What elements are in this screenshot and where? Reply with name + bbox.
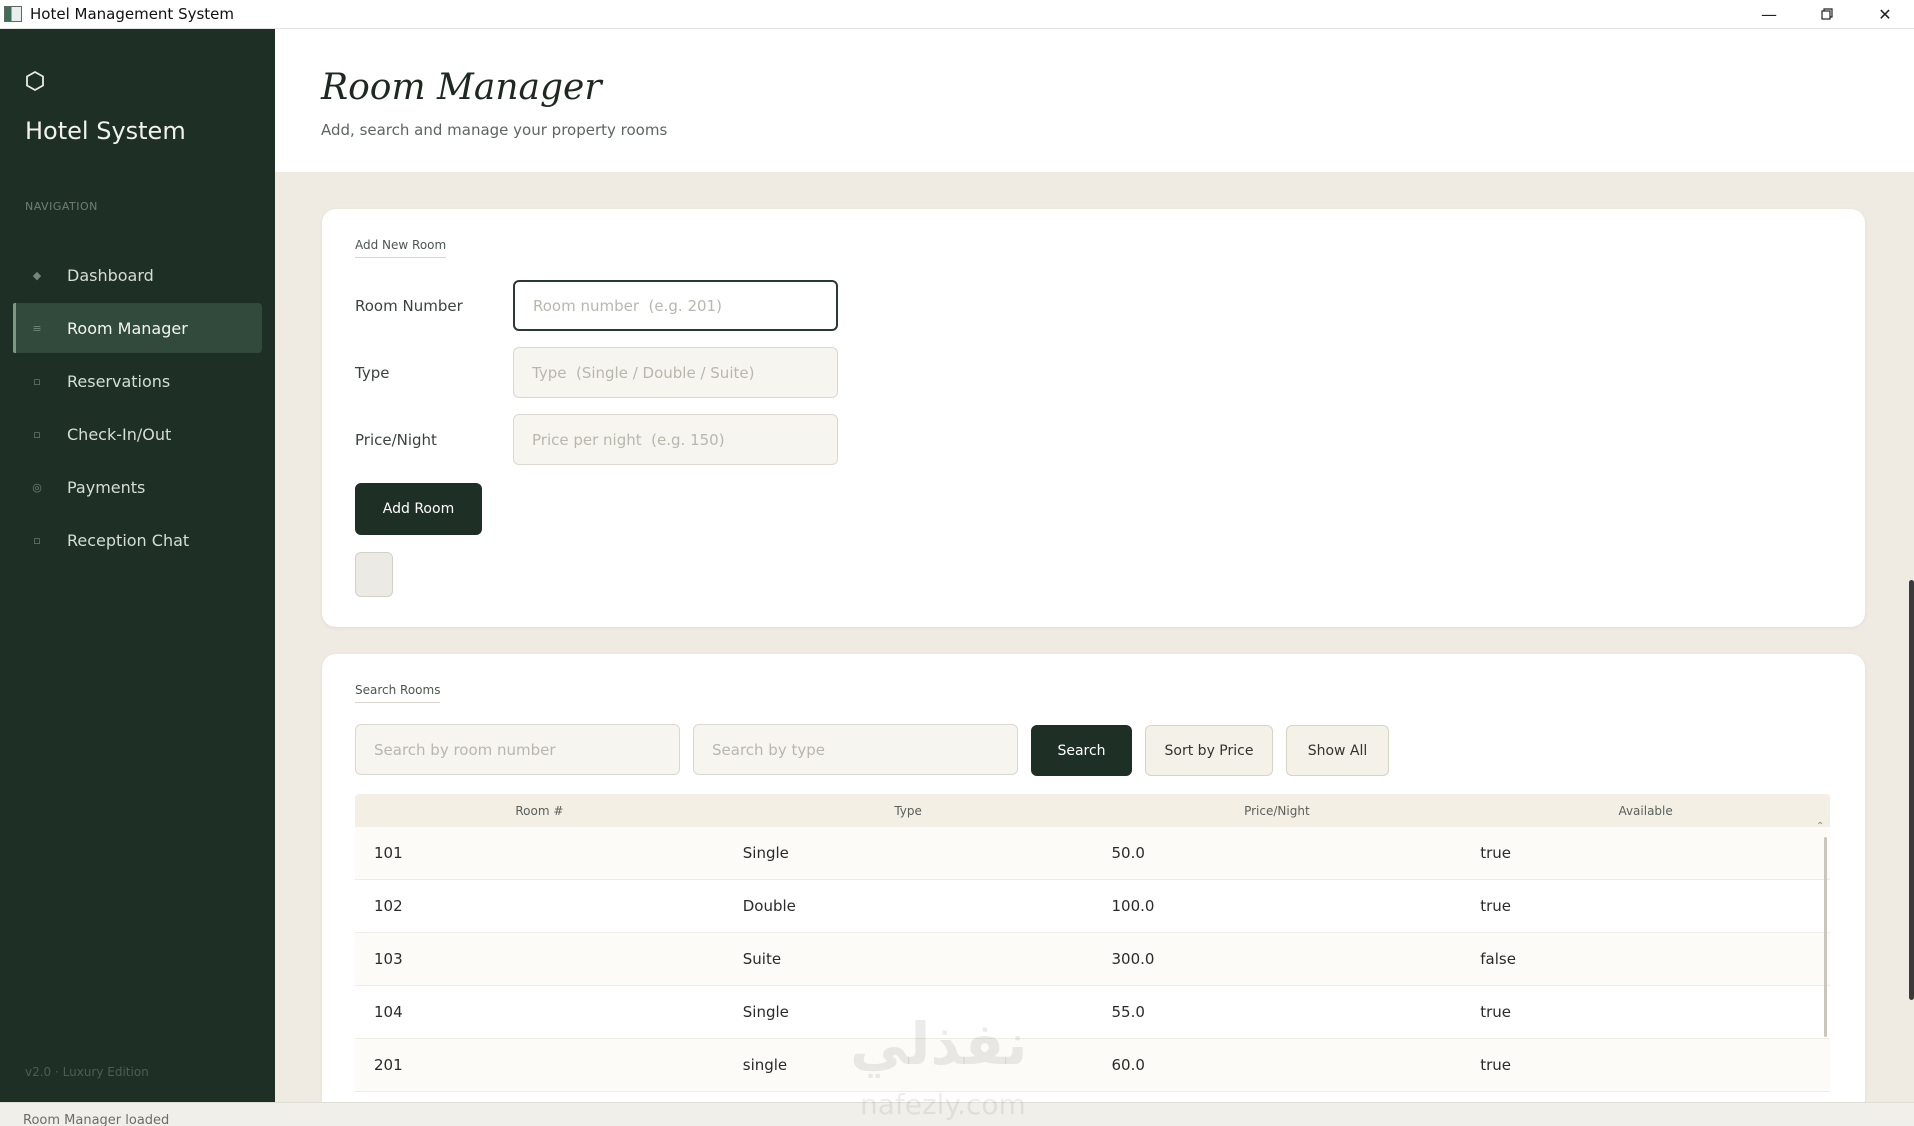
sidebar-item-dashboard[interactable]: ◆ Dashboard [13,250,262,300]
type-input[interactable] [513,347,838,398]
cell-available: true [1480,844,1512,862]
brand-title: Hotel System [25,117,186,145]
cell-price: 55.0 [1111,1003,1145,1021]
sidebar-item-reception-chat[interactable]: ▫ Reception Chat [13,515,262,565]
status-text: Room Manager loaded [23,1113,170,1126]
empty-status-box [355,552,393,597]
square-icon: ▫ [33,533,41,547]
window-titlebar: Hotel Management System — ✕ [0,0,1914,29]
sidebar-item-label: Reception Chat [67,530,190,550]
hexagon-logo-icon [26,70,44,92]
app-icon [4,6,22,22]
cell-price: 100.0 [1111,897,1155,915]
room-number-input[interactable] [513,280,838,331]
search-section-label: Search Rooms [355,683,441,703]
sidebar-item-label: Dashboard [67,265,154,285]
restore-icon[interactable] [1798,0,1856,29]
sidebar-item-label: Check-In/Out [67,424,172,444]
cell-price: 50.0 [1111,844,1145,862]
column-header-price[interactable]: Price/Night [1093,804,1462,818]
column-header-type[interactable]: Type [724,804,1093,818]
table-row[interactable]: 102 Double 100.0 true [355,880,1830,933]
sort-by-price-button[interactable]: Sort by Price [1145,725,1273,776]
cell-available: false [1480,950,1516,968]
cell-type: Single [742,844,789,862]
cell-price: 300.0 [1111,950,1155,968]
sidebar-item-check-in-out[interactable]: ▫ Check-In/Out [13,409,262,459]
table-row[interactable]: 101 Single 50.0 true [355,827,1830,880]
sidebar-item-payments[interactable]: ◎ Payments [13,462,262,512]
window-title: Hotel Management System [30,5,235,23]
cell-room: 103 [374,950,403,968]
sidebar-item-reservations[interactable]: ▫ Reservations [13,356,262,406]
cell-type: Suite [742,950,782,968]
price-input[interactable] [513,414,838,465]
square-icon: ▫ [33,374,41,388]
cell-room: 102 [374,897,403,915]
watermark-logo: نفذلي [850,1010,1028,1078]
diamond-icon: ◆ [32,268,42,282]
table-row[interactable]: 103 Suite 300.0 false [355,933,1830,986]
sidebar-item-label: Reservations [67,371,171,391]
scroll-up-arrow-icon[interactable]: ⌃ [1816,821,1824,832]
menu-lines-icon: ≡ [32,321,42,335]
rooms-table: Room # Type Price/Night Available 101 Si… [355,794,1830,1092]
page-title: Room Manager [321,67,602,108]
nav-section-label: NAVIGATION [25,200,98,213]
close-icon[interactable]: ✕ [1856,0,1914,29]
circle-target-icon: ◎ [32,480,42,494]
square-icon: ▫ [33,427,41,441]
search-button[interactable]: Search [1031,725,1132,776]
show-all-button[interactable]: Show All [1286,725,1389,776]
add-room-section-label: Add New Room [355,238,447,258]
search-rooms-card: Search Rooms Search Sort by Price Show A… [322,654,1865,1114]
table-header: Room # Type Price/Night Available [355,794,1830,827]
type-label: Type [355,364,390,382]
sidebar-nav: ◆ Dashboard ≡ Room Manager ▫ Reservation… [13,250,262,568]
column-header-room[interactable]: Room # [355,804,724,818]
cell-room: 101 [374,844,403,862]
cell-room: 104 [374,1003,403,1021]
sidebar-item-room-manager[interactable]: ≡ Room Manager [13,303,262,353]
watermark-url: nafezly.com [860,1088,1026,1121]
cell-room: 201 [374,1056,403,1074]
table-body: 101 Single 50.0 true 102 Double 100.0 tr… [355,827,1830,1092]
version-label: v2.0 · Luxury Edition [25,1065,149,1079]
window-controls: — ✕ [1740,0,1914,29]
sidebar-item-label: Room Manager [67,318,188,338]
cell-type: Double [742,897,796,915]
search-room-number-input[interactable] [355,724,680,775]
cell-available: true [1480,1003,1512,1021]
page-header: Room Manager Add, search and manage your… [275,29,1914,172]
add-room-button[interactable]: Add Room [355,483,482,535]
cell-available: true [1480,897,1512,915]
sidebar: Hotel System NAVIGATION ◆ Dashboard ≡ Ro… [0,29,275,1102]
table-scrollbar[interactable] [1824,837,1827,1037]
table-row[interactable]: 201 single 60.0 true [355,1039,1830,1092]
room-number-label: Room Number [355,297,463,315]
price-label: Price/Night [355,431,437,449]
sidebar-item-label: Payments [67,477,146,497]
add-room-card: Add New Room Room Number Type Price/Nigh… [322,209,1865,627]
minimize-icon[interactable]: — [1740,0,1798,29]
page-scrollbar[interactable] [1909,580,1914,1000]
column-header-available[interactable]: Available [1461,804,1830,818]
cell-price: 60.0 [1111,1056,1145,1074]
page-subtitle: Add, search and manage your property roo… [321,121,668,139]
table-row[interactable]: 104 Single 55.0 true [355,986,1830,1039]
cell-available: true [1480,1056,1512,1074]
search-type-input[interactable] [693,724,1018,775]
